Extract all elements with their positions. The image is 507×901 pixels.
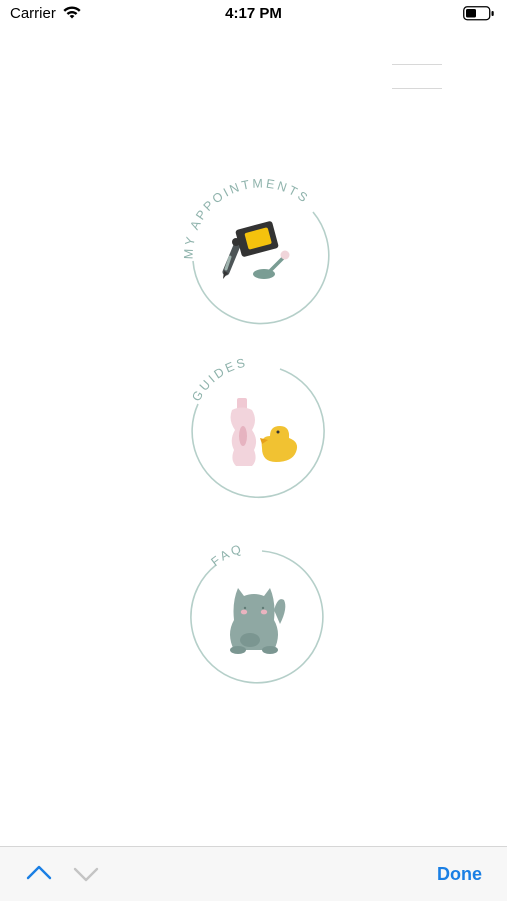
- menu-line: [392, 64, 442, 65]
- guides-button[interactable]: GUIDES: [176, 352, 336, 507]
- my-appointments-button[interactable]: MY APPOINTMENTS: [166, 165, 336, 325]
- hamburger-menu-icon[interactable]: [388, 60, 446, 96]
- guides-label: GUIDES: [189, 355, 249, 403]
- done-button[interactable]: Done: [437, 864, 482, 885]
- keyboard-toolbar: Done: [0, 846, 507, 901]
- menu-line: [392, 88, 442, 89]
- lotion-bottle-and-duck-icon: [230, 398, 298, 466]
- chevron-up-icon[interactable]: [26, 863, 52, 886]
- clock: 4:17 PM: [225, 5, 282, 22]
- faq-label: FAQ: [208, 541, 245, 569]
- lucky-cat-icon: [230, 588, 286, 654]
- chevron-down-icon[interactable]: [73, 865, 99, 888]
- battery-icon: [463, 6, 497, 21]
- faq-button[interactable]: FAQ: [176, 538, 336, 693]
- status-bar: Carrier 4:17 PM: [0, 0, 507, 28]
- tattoo-machine-icon: [222, 221, 290, 279]
